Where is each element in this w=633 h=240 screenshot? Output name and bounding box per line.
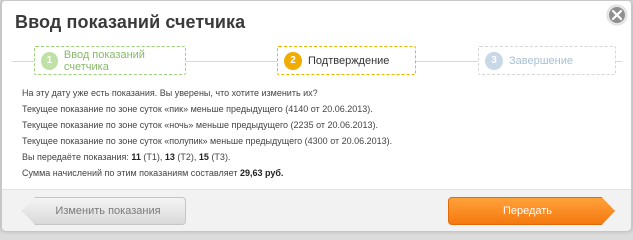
half-peak-zone-warning: Текущее показание по зоне суток «полупик…: [22, 136, 393, 146]
t1-label: (Т1),: [140, 152, 165, 162]
step-confirmation: 2 Подтверждение: [277, 46, 416, 75]
step-completion: 3 Завершение: [478, 46, 616, 75]
peak-zone-warning: Текущее показание по зоне суток «пик» ме…: [22, 104, 373, 114]
meter-readings-dialog: Ввод показаний счетчика 1 Ввод показаний…: [1, 0, 632, 231]
step-number: 3: [485, 51, 503, 70]
dialog-title: Ввод показаний счетчика: [15, 12, 246, 32]
t3-value: 15: [198, 152, 209, 162]
step-input-readings[interactable]: 1 Ввод показаний счетчика: [34, 46, 186, 75]
step-number: 1: [41, 51, 58, 70]
step-label: Завершение: [509, 54, 573, 67]
sum-value: 29,63 руб.: [239, 168, 284, 178]
readings-prefix: Вы передаёте показания:: [22, 152, 132, 162]
existing-readings-warning: На эту дату уже есть показания. Вы увере…: [22, 88, 318, 98]
step-number: 2: [284, 51, 302, 70]
t1-value: 11: [131, 152, 141, 162]
sum-prefix: Сумма начислений по этим показаниям сост…: [22, 168, 240, 178]
submit-button[interactable]: Передать: [448, 197, 615, 225]
confirmation-message: На эту дату уже есть показания. Вы увере…: [22, 85, 392, 181]
t2-value: 13: [164, 152, 175, 162]
step-label: Подтверждение: [308, 54, 390, 67]
night-zone-warning: Текущее показание по зоне суток «ночь» м…: [22, 120, 379, 130]
charge-sum: Сумма начислений по этим показаниям сост…: [22, 165, 392, 181]
t3-label: (Т3).: [208, 152, 231, 162]
close-icon[interactable]: [607, 5, 627, 25]
change-readings-button[interactable]: Изменить показания: [22, 197, 186, 225]
t2-label: (Т2),: [174, 152, 199, 162]
submitted-readings: Вы передаёте показания: 11 (Т1), 13 (Т2)…: [22, 149, 392, 165]
step-label: Ввод показаний счетчика: [63, 48, 145, 73]
close-icon-glyph: [612, 10, 622, 20]
